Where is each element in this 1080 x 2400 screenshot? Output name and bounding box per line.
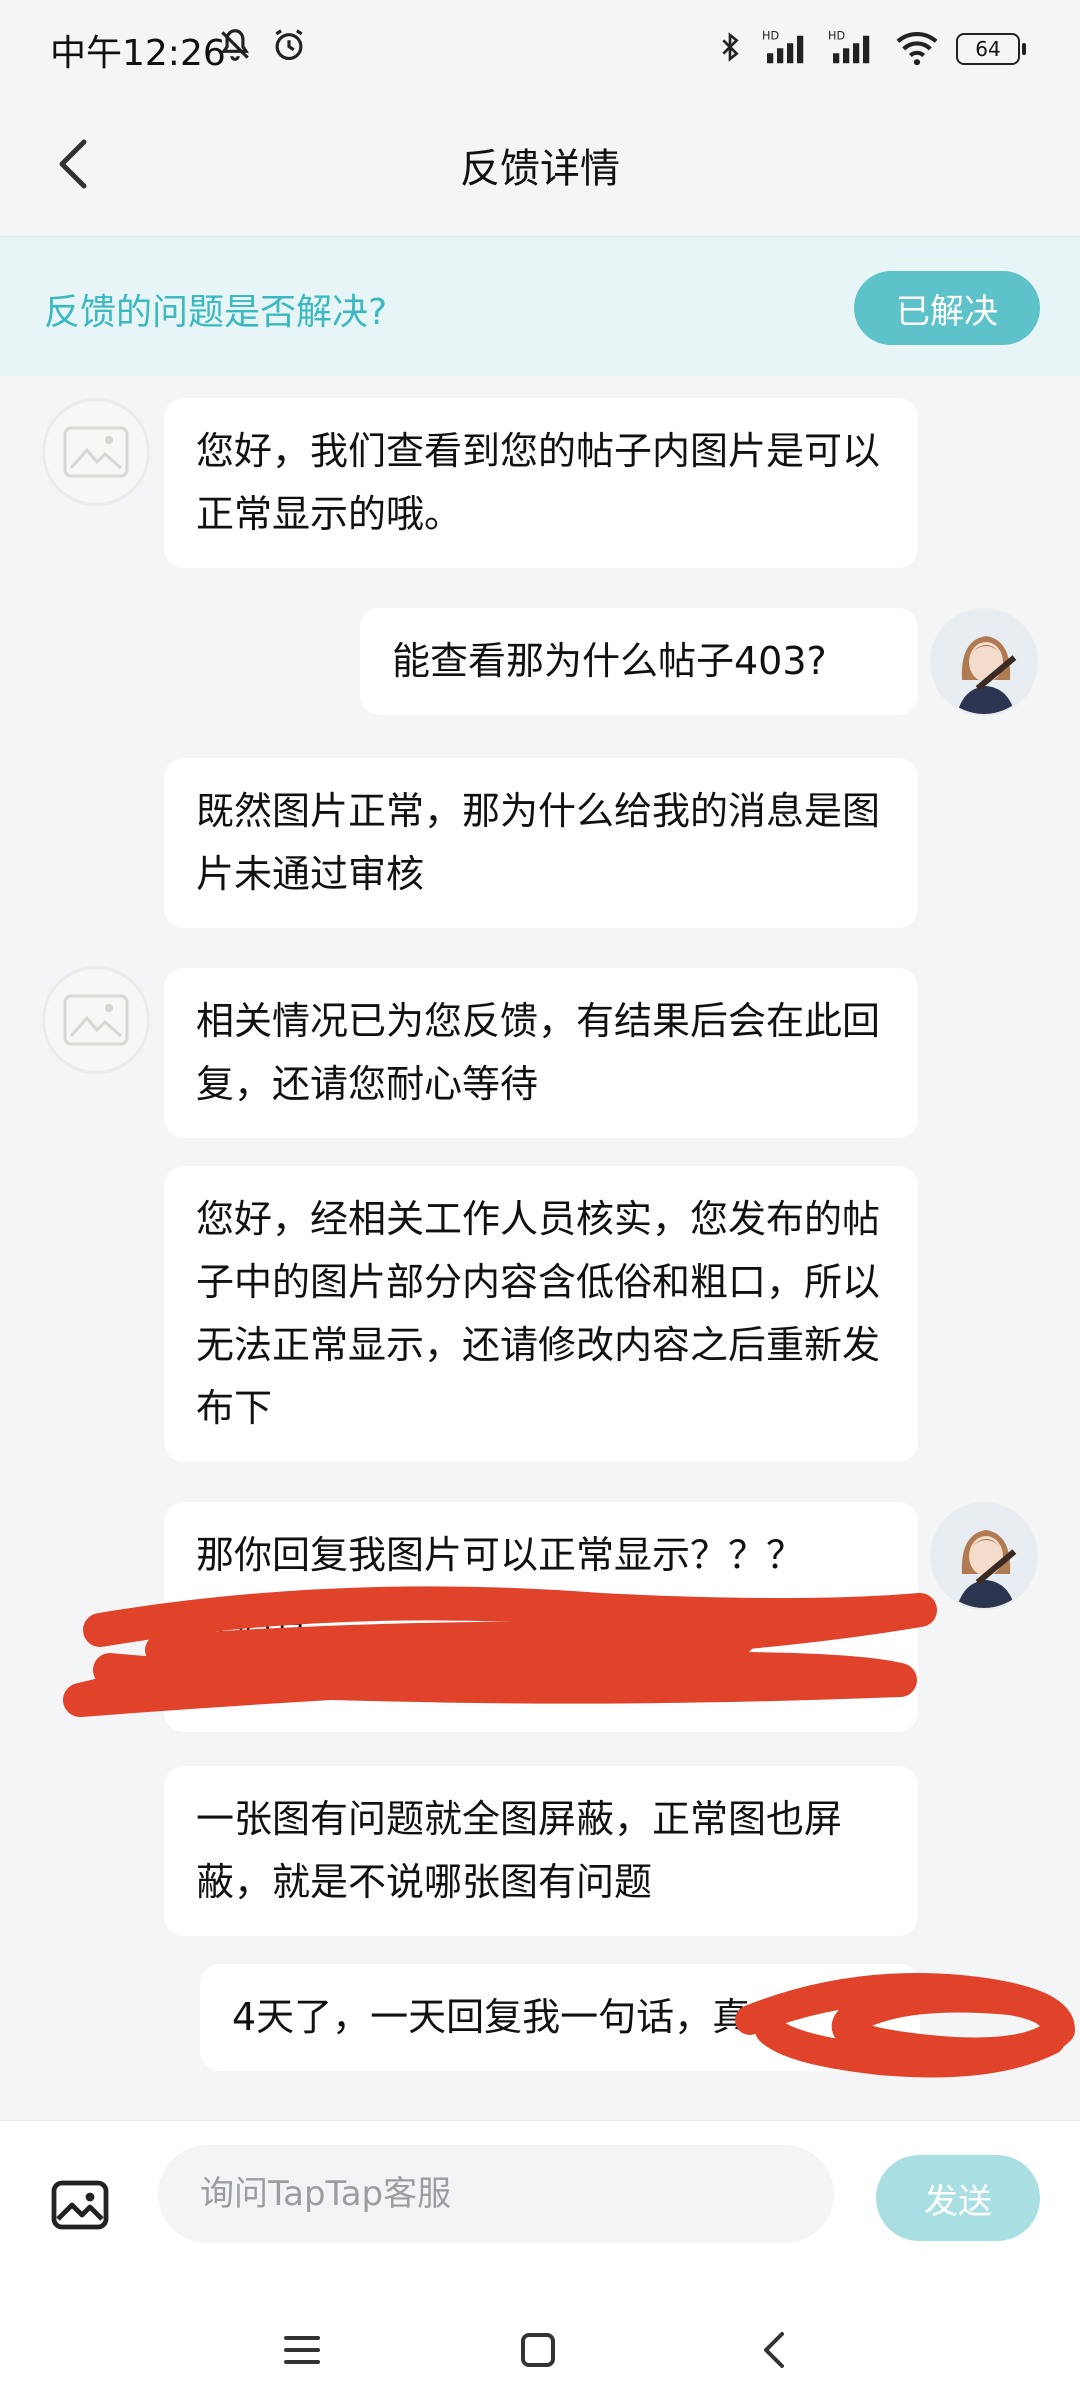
chat-bubble-left: 相关情况已为您反馈，有结果后会在此回复，还请您耐心等待 [164,968,918,1138]
header: 反馈详情 [0,96,1080,236]
status-time: 中午12:26 [50,33,226,74]
resolve-question: 反馈的问题是否解决? [44,292,388,333]
message-input[interactable] [158,2145,834,2243]
user-avatar-icon [932,1504,1036,1608]
send-button[interactable]: 发送 [876,2155,1040,2241]
chat-bubble-right: 那你回复我图片可以正常显示？？？ 你们客 [164,1502,918,1732]
resolve-banner: 反馈的问题是否解决? 已解决 [0,236,1080,376]
wifi-icon [894,28,940,70]
chat-bubble-left: 既然图片正常，那为什么给我的消息是图片未通过审核 [164,758,918,928]
bluetooth-icon [714,28,746,70]
chat-bubble-left: 一张图有问题就全图屏蔽，正常图也屏蔽，就是不说哪张图有问题 [164,1766,918,1936]
home-button[interactable] [508,2320,568,2380]
mute-bell-icon [216,26,254,68]
user-avatar [930,608,1038,716]
status-right-icons: HD HD 64 [714,28,1026,70]
chat-bubble-left: 您好，我们查看到您的帖子内图片是可以正常显示的哦。 [164,398,918,568]
message-text: 那你回复我图片可以正常显示？？？ [196,1533,805,1577]
user-avatar-icon [932,610,1036,714]
svg-text:HD: HD [762,30,779,43]
home-square-icon [521,2333,555,2367]
signal-hd-icon: HD [762,28,812,70]
svg-text:HD: HD [828,30,845,43]
page-title: 反馈详情 [460,146,620,192]
image-button[interactable] [44,2169,116,2241]
battery-icon: 64 [956,33,1026,65]
status-bar: 中午12:26 HD HD 64 [0,0,1080,96]
image-icon [51,2180,109,2230]
agent-avatar [42,966,150,1074]
menu-button[interactable] [272,2320,332,2380]
system-back-button[interactable] [744,2320,804,2380]
user-avatar [930,1502,1038,1610]
input-bar: 发送 [0,2120,1080,2290]
resolved-button[interactable]: 已解决 [854,271,1040,345]
signal-hd-icon: HD [828,28,878,70]
chat-bubble-left: 您好，经相关工作人员核实，您发布的帖子中的图片部分内容含低俗和粗口，所以无法正常… [164,1166,918,1462]
chat-bubble-right: 能查看那为什么帖子403? [360,608,918,715]
message-text-partial: 你们客 [196,1596,311,1640]
alarm-icon [270,26,308,68]
image-placeholder-icon [63,994,129,1046]
status-left-icons [216,26,308,68]
back-chevron-icon [764,2332,784,2368]
image-placeholder-icon [63,426,129,478]
menu-icon [284,2336,320,2364]
chat-bubble-right: 4天了，一天回复我一句话，真 [200,1964,920,2071]
system-nav-bar [0,2290,1080,2400]
agent-avatar [42,398,150,506]
